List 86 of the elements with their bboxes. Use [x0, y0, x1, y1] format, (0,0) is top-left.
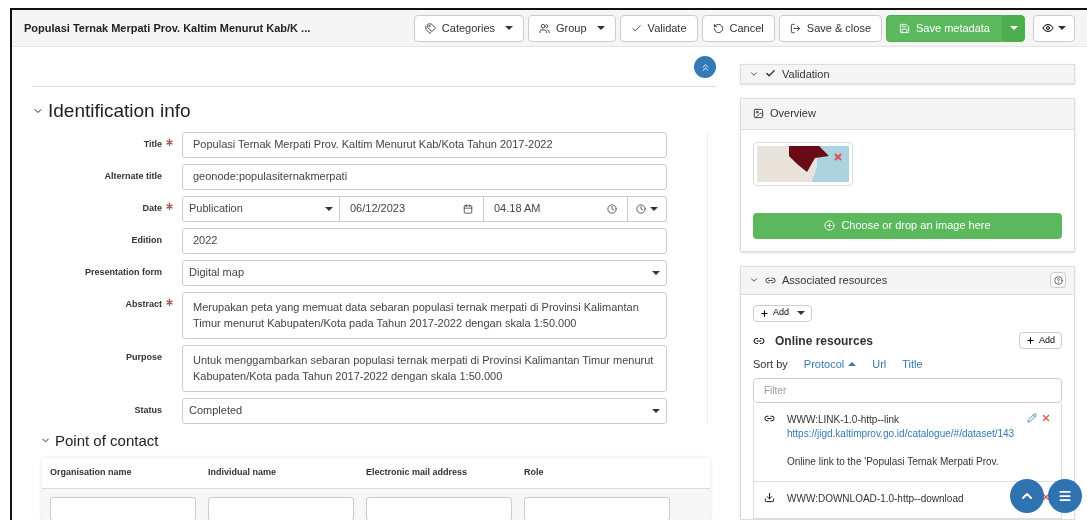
plus-icon — [760, 308, 769, 318]
check-icon — [630, 22, 642, 34]
toolbar-button[interactable]: Save & close — [778, 14, 882, 42]
plus-circle-icon — [824, 220, 836, 231]
text-input[interactable]: Populasi Ternak Merpati Prov. Kaltim Menurut Kab/Kota Tahun 2017-2022 — [182, 131, 667, 158]
resource-protocol: WWW:DOWNLOAD-1.0-http--download — [787, 492, 965, 506]
validation-panel[interactable]: Validation — [740, 64, 1075, 84]
image-icon — [753, 108, 764, 119]
edit-icon[interactable] — [1027, 413, 1037, 423]
help-button[interactable] — [1050, 272, 1066, 288]
toolbar-button[interactable]: Group — [528, 14, 616, 42]
section-header[interactable]: Identification info — [32, 97, 191, 126]
delete-icon[interactable] — [1041, 413, 1051, 423]
exit-icon — [789, 22, 801, 34]
column-header: Electronic mail address — [366, 466, 469, 479]
toolbar-button[interactable]: Validate — [619, 14, 698, 42]
caret-icon — [325, 206, 333, 211]
panel-title: Validation — [782, 66, 830, 82]
field-label: Presentation form — [85, 265, 162, 279]
caret-icon — [652, 270, 660, 275]
resource-description: Online link to the 'Populasi Ternak Merpati Prov. — [787, 455, 1000, 469]
column-header: Individual name — [208, 466, 277, 479]
calendar-icon — [463, 203, 473, 214]
time-input[interactable]: 04.18 AM — [484, 195, 628, 222]
eye-icon — [1042, 22, 1054, 34]
caret-icon — [596, 26, 605, 30]
text-input[interactable]: 2022 — [182, 227, 667, 254]
field-label: Date — [142, 201, 162, 215]
column-header: Role — [524, 466, 545, 479]
menu-icon — [1058, 489, 1072, 503]
clock-icon — [607, 203, 617, 214]
menu-button[interactable] — [1048, 479, 1082, 513]
resource-url[interactable]: https://jigd.kaltimprov.go.id/catalogue/#/dataset/143 — [787, 427, 1015, 441]
caret-icon — [505, 26, 514, 30]
sort-option[interactable]: Protocol — [803, 355, 857, 372]
chevron-down-icon — [749, 275, 759, 285]
text-input[interactable] — [524, 496, 670, 520]
caret-icon — [1010, 26, 1018, 30]
select-input[interactable]: Completed — [182, 397, 667, 424]
field-label: Edition — [131, 233, 162, 247]
caret-icon — [652, 408, 660, 413]
users-icon — [539, 22, 551, 34]
field-label: Abstract — [125, 297, 162, 311]
text-input[interactable]: geonode:populasiternakmerpati — [182, 163, 667, 190]
date-input[interactable]: 06/12/2023 — [340, 195, 484, 222]
field-label: Purpose — [126, 350, 162, 364]
textarea-input[interactable]: Merupakan peta yang memuat data sebaran populasi ternak merpati di Provinsi Kalimantan Timur menurut Kabupaten/Kota pada Tahun 2017-2022 dengan skala 1:50.000 — [182, 291, 667, 339]
undo-icon — [712, 22, 724, 34]
tags-icon — [424, 22, 436, 34]
help-icon — [1053, 275, 1063, 285]
document-title: Populasi Ternak Merpati Prov. Kaltim Menurut Kab/K ... — [24, 20, 311, 36]
collapse-all-button[interactable] — [694, 56, 716, 78]
section-header[interactable]: Point of contact — [40, 429, 159, 452]
field-label: Title — [143, 137, 162, 151]
dropdown-toggle[interactable] — [1003, 14, 1025, 42]
date-type-select[interactable]: Publication — [182, 195, 340, 222]
plus-icon — [1026, 336, 1035, 345]
caret-icon — [1058, 26, 1066, 30]
sort-label: Sort by — [753, 356, 788, 372]
panel-title: Overview — [770, 106, 816, 122]
field-label: Status — [134, 403, 162, 417]
link-icon — [764, 413, 775, 424]
scroll-top-button[interactable] — [1010, 479, 1044, 513]
select-input[interactable]: Digital map — [182, 259, 667, 286]
view-menu-button[interactable] — [1033, 14, 1075, 42]
text-input[interactable] — [366, 496, 512, 520]
add-button[interactable]: Add — [1019, 332, 1062, 349]
caret-icon — [650, 206, 658, 211]
resource-protocol: WWW:LINK-1.0-http--link — [787, 413, 901, 427]
toolbar-button[interactable]: Categories — [413, 14, 525, 42]
section-title: Online resources — [775, 332, 874, 350]
sort-caret-icon — [848, 361, 857, 366]
sort-option[interactable]: Title — [902, 355, 923, 372]
field-label: Alternate title — [104, 169, 162, 183]
caret-icon — [797, 311, 805, 315]
toolbar-button[interactable]: Cancel — [701, 14, 775, 42]
clock-icon — [636, 203, 646, 214]
column-header: Organisation name — [50, 466, 133, 479]
sort-option[interactable]: Url — [872, 355, 887, 372]
add-menu-button[interactable]: Add — [753, 304, 812, 322]
time-menu-button[interactable] — [628, 195, 667, 222]
panel-title: Associated resources — [782, 272, 888, 288]
text-input[interactable] — [208, 496, 354, 520]
text-input[interactable] — [50, 496, 196, 520]
textarea-input[interactable]: Untuk menggambarkan sebaran populasi ternak merpati di Provinsi Kalimantan Timur menurut Kabupaten/Kota pada Tahun 2017-2022 dengan skala 1:50.000 — [182, 344, 667, 392]
download-icon — [764, 492, 775, 503]
